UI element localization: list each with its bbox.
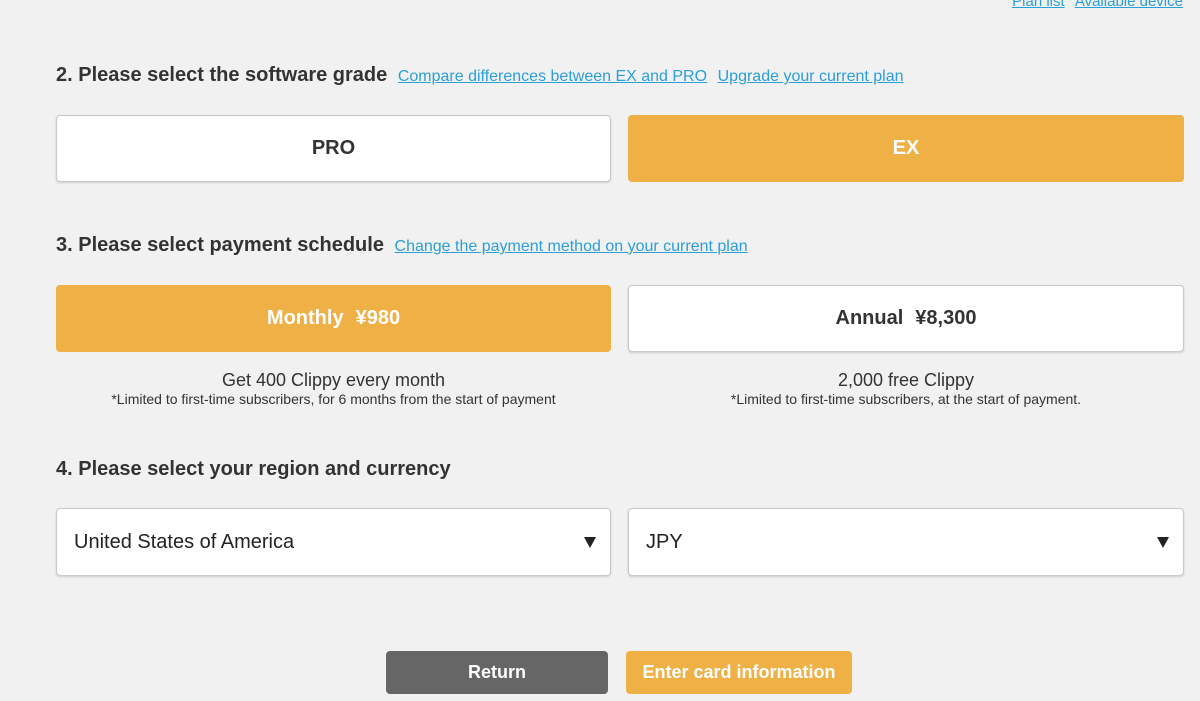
region-select[interactable]: United States of America xyxy=(56,508,611,576)
enter-card-information-button[interactable]: Enter card information xyxy=(626,651,852,694)
annual-price: ¥8,300 xyxy=(915,307,977,329)
annual-description-main: 2,000 free Clippy xyxy=(837,370,975,390)
region-section-title: 4. Please select your region and currenc… xyxy=(56,458,451,481)
payment-section-title: 3. Please select payment schedule Change… xyxy=(56,234,748,257)
currency-select[interactable]: JPY xyxy=(628,508,1184,576)
grade-option-ex-label: EX xyxy=(892,137,920,159)
grade-section-title: 2. Please select the software grade Comp… xyxy=(56,64,904,87)
grade-title-text: 2. Please select the software grade xyxy=(56,64,388,86)
compare-differences-link[interactable]: Compare differences between EX and PRO xyxy=(398,68,707,85)
available-device-link[interactable]: Available device xyxy=(1075,0,1183,10)
caret-down-icon xyxy=(1157,537,1169,548)
region-select-value: United States of America xyxy=(74,530,295,553)
currency-select-value: JPY xyxy=(646,530,683,553)
payment-title-text: 3. Please select payment schedule xyxy=(56,234,384,256)
monthly-label: Monthly xyxy=(266,307,344,329)
grade-option-pro[interactable]: PRO xyxy=(56,115,611,182)
plan-list-link[interactable]: Plan list xyxy=(1012,0,1065,10)
payment-option-annual[interactable]: Annual ¥8,300 xyxy=(628,285,1184,352)
top-links: Plan list Available device xyxy=(1006,0,1183,10)
upgrade-plan-link[interactable]: Upgrade your current plan xyxy=(718,68,904,85)
monthly-description-note: *Limited to first-time subscribers, for … xyxy=(111,391,556,407)
grade-option-pro-label: PRO xyxy=(311,137,356,159)
return-button-label: Return xyxy=(468,662,526,682)
payment-option-monthly[interactable]: Monthly ¥980 xyxy=(56,285,611,352)
annual-description: 2,000 free Clippy *Limited to first-time… xyxy=(628,370,1184,408)
monthly-price: ¥980 xyxy=(355,307,401,329)
caret-down-icon xyxy=(584,537,596,548)
change-payment-method-link[interactable]: Change the payment method on your curren… xyxy=(395,238,748,255)
monthly-description: Get 400 Clippy every month *Limited to f… xyxy=(56,370,611,408)
enter-card-information-label: Enter card information xyxy=(642,662,836,682)
region-title-text: 4. Please select your region and currenc… xyxy=(56,458,451,480)
return-button[interactable]: Return xyxy=(386,651,608,694)
monthly-description-main: Get 400 Clippy every month xyxy=(221,370,446,390)
annual-label: Annual xyxy=(835,307,904,329)
annual-description-note: *Limited to first-time subscribers, at t… xyxy=(730,391,1082,407)
grade-option-ex[interactable]: EX xyxy=(628,115,1184,182)
